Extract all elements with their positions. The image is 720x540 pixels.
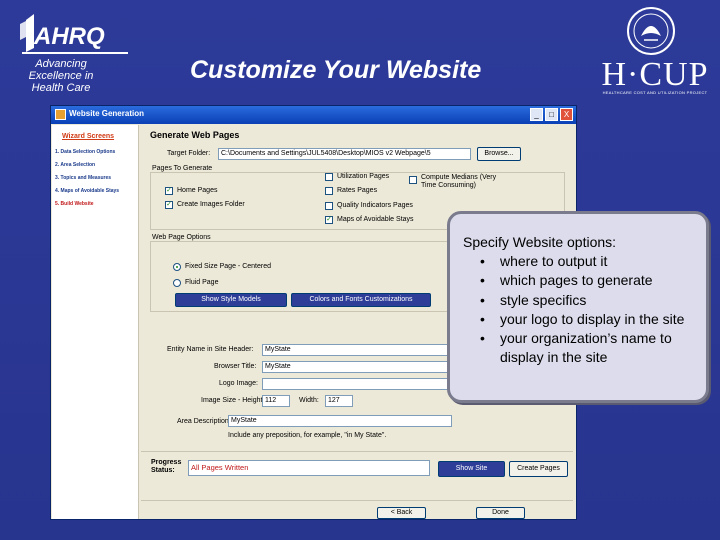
callout-heading: Specify Website options:	[463, 234, 617, 250]
image-height-input[interactable]: 112	[262, 395, 290, 407]
utilization-pages-checkbox[interactable]	[325, 173, 333, 181]
utilization-pages-label: Utilization Pages	[337, 173, 390, 180]
callout-bullet: which pages to generate	[480, 271, 710, 291]
rates-pages-checkbox[interactable]	[325, 187, 333, 195]
callout-bullet: style specifics	[480, 291, 710, 311]
sidebar-item-maps-avoidable-stays[interactable]: 4. Maps of Avoidable Stays	[55, 188, 119, 194]
back-button[interactable]: < Back	[377, 507, 426, 519]
hhs-seal-icon	[627, 7, 675, 55]
quality-indicators-pages-checkbox[interactable]	[325, 202, 333, 210]
hcup-logo: H·CUP	[601, 56, 709, 93]
maps-avoidable-stays-checkbox[interactable]: ✓	[325, 216, 333, 224]
browser-title-input[interactable]: MyState	[262, 361, 452, 373]
home-pages-label: Home Pages	[177, 187, 218, 194]
entity-name-label: Entity Name in Site Header:	[167, 346, 254, 353]
logo-image-input[interactable]	[262, 378, 452, 390]
web-page-options-label: Web Page Options	[152, 234, 211, 241]
show-style-models-button[interactable]: Show Style Models	[175, 293, 287, 307]
compute-medians-checkbox[interactable]	[409, 176, 417, 184]
ahrq-logo-text: AHRQ	[33, 23, 105, 50]
compute-medians-label: Compute Medians (Very Time Consuming)	[421, 174, 497, 189]
callout-bullet: your logo to display in the site	[480, 310, 710, 330]
sidebar-item-area-selection[interactable]: 2. Area Selection	[55, 162, 95, 168]
create-images-folder-checkbox[interactable]: ✓	[165, 201, 173, 209]
maps-avoidable-stays-label: Maps of Avoidable Stays	[337, 216, 414, 223]
area-description-label: Area Description:	[177, 418, 231, 425]
sidebar-heading: Wizard Screens	[62, 133, 115, 140]
fluid-page-radio[interactable]	[173, 279, 181, 287]
fixed-size-page-label: Fixed Size Page - Centered	[185, 263, 271, 270]
window-titlebar[interactable]: Website Generation _ □ X	[51, 106, 576, 124]
area-description-input[interactable]: MyState	[228, 415, 452, 427]
area-description-hint: Include any preposition, for example, "i…	[228, 432, 387, 439]
logo-image-label: Logo Image:	[219, 380, 258, 387]
callout-bullet-list: where to output it which pages to genera…	[480, 252, 710, 368]
close-button[interactable]: X	[560, 108, 573, 121]
window-title: Website Generation	[69, 109, 144, 118]
generate-web-pages-heading: Generate Web Pages	[150, 130, 240, 140]
image-width-label: Width:	[299, 397, 319, 404]
slide-title: Customize Your Website	[190, 56, 482, 84]
slide-background: AHRQ Advancing Excellence in Health Care…	[0, 0, 720, 540]
image-height-label: Image Size - Height:	[201, 397, 265, 404]
sidebar-item-data-selection[interactable]: 1. Data Selection Options	[55, 149, 115, 155]
footer-divider	[141, 500, 573, 501]
fluid-page-label: Fluid Page	[185, 279, 219, 286]
browse-button[interactable]: Browse...	[477, 147, 521, 161]
fixed-size-page-radio[interactable]	[173, 263, 181, 271]
home-pages-checkbox[interactable]: ✓	[165, 187, 173, 195]
ahrq-tagline: Advancing Excellence in Health Care	[28, 58, 94, 94]
app-icon	[55, 109, 66, 120]
rates-pages-label: Rates Pages	[337, 187, 378, 194]
colors-fonts-button[interactable]: Colors and Fonts Customizations	[291, 293, 431, 307]
pages-to-generate-label: Pages To Generate	[152, 165, 213, 172]
target-folder-input[interactable]: C:\Documents and Settings\JUL5408\Deskto…	[218, 148, 471, 160]
image-width-input[interactable]: 127	[325, 395, 353, 407]
create-images-folder-label: Create Images Folder	[177, 201, 245, 208]
progress-status-label: Progress Status:	[151, 459, 182, 474]
create-pages-button[interactable]: Create Pages	[509, 461, 568, 477]
maximize-button[interactable]: □	[545, 108, 558, 121]
entity-name-input[interactable]: MyState	[262, 344, 452, 356]
target-folder-label: Target Folder:	[167, 150, 211, 157]
ahrq-logo: AHRQ	[20, 14, 128, 54]
divider	[141, 451, 573, 452]
done-button[interactable]: Done	[476, 507, 525, 519]
progress-status-value: All Pages Written	[188, 460, 430, 476]
website-options-callout: Specify Website options: where to output…	[447, 211, 709, 403]
hcup-subtitle: HEALTHCARE COST AND UTILIZATION PROJECT	[602, 90, 708, 95]
sidebar-item-build-website[interactable]: 5. Build Website	[55, 201, 94, 207]
wizard-sidebar: Wizard Screens 1. Data Selection Options…	[52, 125, 139, 519]
callout-bullet: where to output it	[480, 252, 710, 272]
callout-bullet: your organization’s name to display in t…	[480, 329, 710, 368]
browser-title-label: Browser Title:	[214, 363, 257, 370]
minimize-button[interactable]: _	[530, 108, 543, 121]
sidebar-item-topics-measures[interactable]: 3. Topics and Measures	[55, 175, 111, 181]
show-site-button[interactable]: Show Site	[438, 461, 505, 477]
quality-indicators-pages-label: Quality Indicators Pages	[337, 202, 413, 209]
